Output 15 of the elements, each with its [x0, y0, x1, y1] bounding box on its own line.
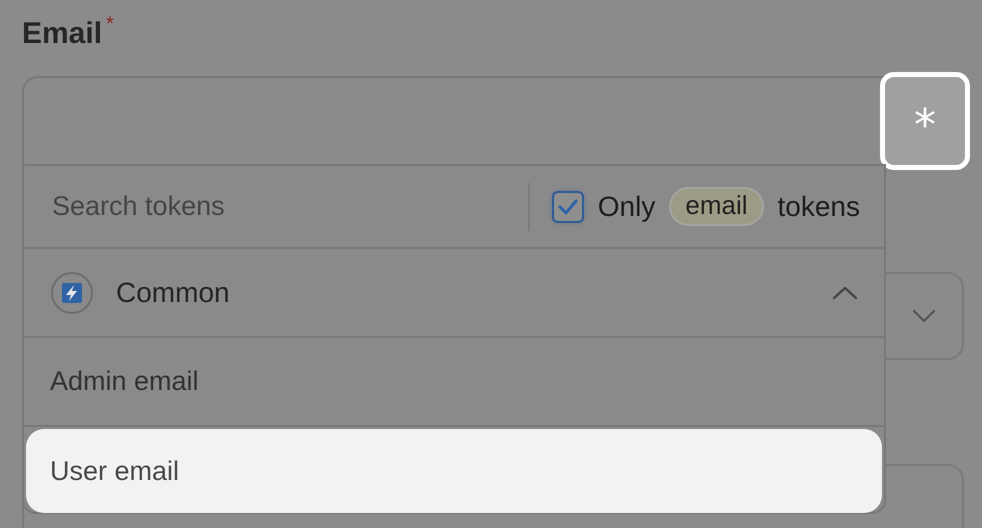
token-option[interactable]: User email	[26, 429, 882, 513]
check-icon	[556, 198, 579, 216]
search-field[interactable]: Search tokens	[50, 190, 528, 223]
lightning-icon	[50, 270, 94, 314]
field-label: Email	[22, 16, 102, 52]
type-tag: email	[669, 187, 764, 226]
filter-text: Only	[598, 190, 656, 222]
token-button[interactable]: *	[880, 72, 970, 170]
required-mark: *	[106, 14, 114, 34]
chevron-down-icon	[912, 309, 936, 323]
token-option[interactable]: Admin email	[24, 338, 884, 427]
chevron-up-icon	[832, 286, 858, 300]
filter-text: tokens	[778, 190, 860, 222]
group-header[interactable]: Common	[24, 249, 884, 338]
checkbox[interactable]	[552, 190, 584, 222]
